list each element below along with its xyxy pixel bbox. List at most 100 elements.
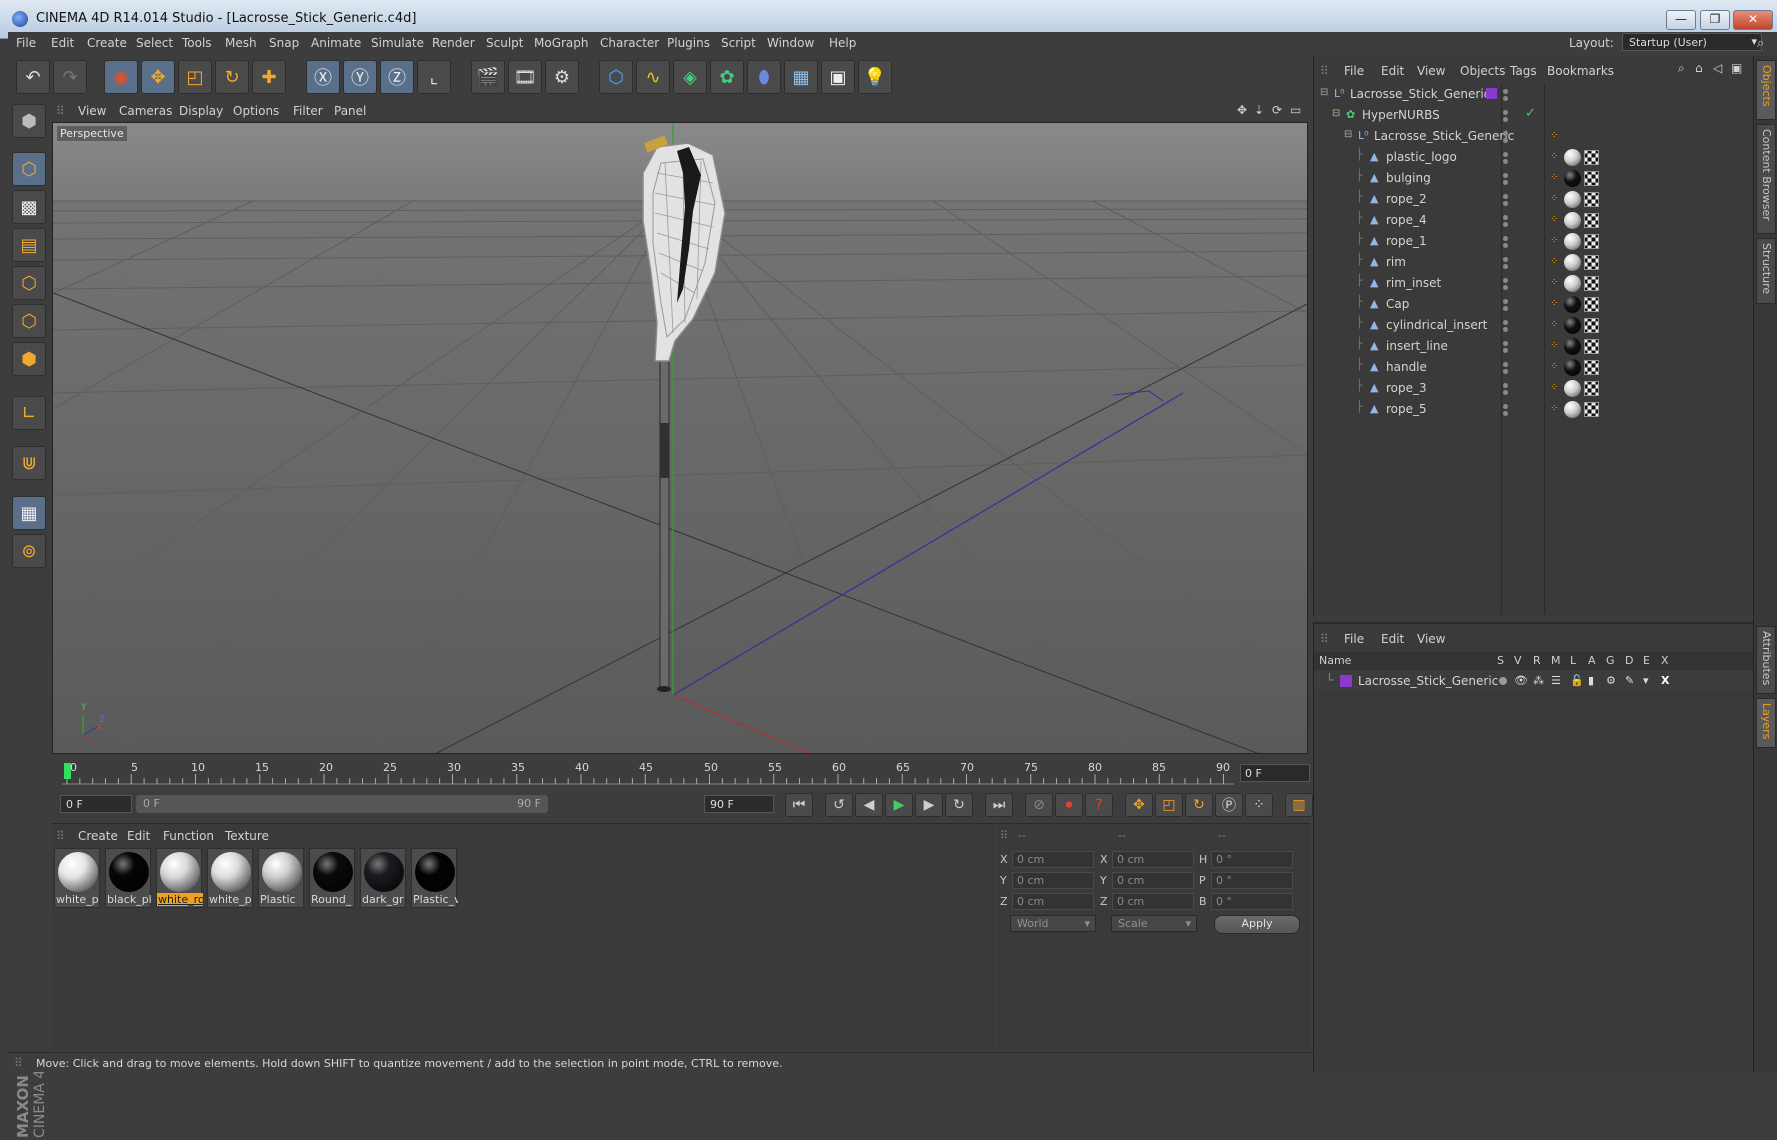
minimize-button[interactable]: —	[1666, 10, 1696, 30]
phong-tag-icon[interactable]: ⁘	[1550, 151, 1560, 163]
material-swatch[interactable]: white_p	[54, 848, 100, 908]
material-tag-icon[interactable]	[1564, 296, 1581, 313]
back-icon[interactable]: ◁	[1713, 61, 1722, 75]
material-tag-icon[interactable]	[1564, 317, 1581, 334]
key-point-level-icon[interactable]: ⁘	[1245, 793, 1273, 817]
material-tag-icon[interactable]	[1564, 338, 1581, 355]
coord-value-field[interactable]: 0 cm	[1012, 893, 1094, 910]
menu-create[interactable]: Create	[87, 36, 127, 50]
render-view-icon[interactable]: 🎬	[471, 60, 505, 94]
object-row[interactable]: ├ ▲ handle ⁘	[1314, 357, 1754, 378]
points-mode-icon[interactable]: ⬡	[12, 266, 46, 300]
end-frame-field[interactable]: 90 F	[704, 795, 774, 813]
collapse-icon[interactable]: ⊟	[1332, 108, 1340, 119]
timeline-ruler[interactable]: 0 5 10 15 20 25 30 35 40 45 50 55 60 65 …	[52, 757, 1310, 787]
texture-tag-icon[interactable]	[1584, 171, 1599, 186]
key-position-icon[interactable]: ✥	[1125, 793, 1153, 817]
viewport-menu-display[interactable]: Display	[179, 104, 223, 118]
material-swatch[interactable]: dark_gr	[360, 848, 406, 908]
render-visibility-dot[interactable]	[1503, 411, 1508, 416]
eye-icon[interactable]: 👁	[1514, 674, 1528, 687]
texture-tag-icon[interactable]	[1584, 318, 1599, 333]
viewport-zoom-icon[interactable]: ⇣	[1254, 103, 1264, 117]
render-visibility-dot[interactable]	[1503, 96, 1508, 101]
material-tag-icon[interactable]	[1564, 401, 1581, 418]
layout-dropdown[interactable]: Startup (User) ▾	[1622, 33, 1762, 51]
cube-primitive-icon[interactable]: ⬡	[599, 60, 633, 94]
object-row[interactable]: ├ ▲ insert_line ⁘	[1314, 336, 1754, 357]
previous-keyframe-icon[interactable]: ↺	[825, 793, 853, 817]
frame-ruler[interactable]: 0 5 10 15 20 25 30 35 40 45 50 55 60 65 …	[62, 757, 1234, 785]
editor-visibility-dot[interactable]	[1503, 194, 1508, 199]
editor-visibility-dot[interactable]	[1503, 110, 1508, 115]
render-visibility-dot[interactable]	[1503, 243, 1508, 248]
render-visibility-dot[interactable]	[1503, 348, 1508, 353]
texture-tag-icon[interactable]	[1584, 150, 1599, 165]
object-row[interactable]: ├ ▲ rope_5 ⁘	[1314, 399, 1754, 420]
coord-value-field[interactable]: 0 cm	[1112, 872, 1194, 889]
material-menu-function[interactable]: Function	[163, 829, 214, 843]
material-swatch[interactable]: Round_	[309, 848, 355, 908]
coord-value-field[interactable]: 0 °	[1211, 872, 1293, 889]
close-button[interactable]: ✕	[1733, 10, 1773, 30]
material-menu-edit[interactable]: Edit	[127, 829, 150, 843]
phong-tag-icon[interactable]: ⁘	[1550, 130, 1560, 142]
y-axis-lock-icon[interactable]: Ⓨ	[343, 60, 377, 94]
add-tool-icon[interactable]: ✚	[252, 60, 286, 94]
redo-icon[interactable]: ↷	[53, 60, 87, 94]
phong-tag-icon[interactable]: ⁘	[1550, 340, 1560, 352]
next-keyframe-icon[interactable]: ↻	[945, 793, 973, 817]
menu-simulate[interactable]: Simulate	[371, 36, 424, 50]
editor-visibility-dot[interactable]	[1503, 404, 1508, 409]
coord-value-field[interactable]: 0 °	[1211, 851, 1293, 868]
generator-icon[interactable]: ⚙	[1606, 674, 1616, 687]
workplane-mode-icon[interactable]: ▤	[12, 228, 46, 262]
collapse-icon[interactable]: ⊟	[1344, 129, 1352, 140]
deformer-icon[interactable]: ✎	[1625, 674, 1634, 687]
viewport-maximize-icon[interactable]: ▭	[1290, 103, 1301, 117]
material-tag-icon[interactable]	[1564, 212, 1581, 229]
texture-tag-icon[interactable]	[1584, 360, 1599, 375]
layer-solo-toggle[interactable]	[1499, 677, 1507, 685]
viewport-menu-filter[interactable]: Filter	[293, 104, 323, 118]
menu-window[interactable]: Window	[767, 36, 814, 50]
current-frame-field[interactable]: 0 F	[1240, 764, 1310, 782]
menu-help[interactable]: Help	[829, 36, 856, 50]
scale-tool-icon[interactable]: ◰	[178, 60, 212, 94]
object-row[interactable]: ├ ▲ rope_2 ⁘	[1314, 189, 1754, 210]
go-to-start-icon[interactable]: ⏮	[785, 793, 813, 817]
floor-icon[interactable]: ▦	[784, 60, 818, 94]
tab-attributes[interactable]: Attributes	[1756, 626, 1776, 694]
layer-menu-view[interactable]: View	[1417, 632, 1445, 646]
texture-tag-icon[interactable]	[1584, 276, 1599, 291]
collapse-icon[interactable]: ⊟	[1320, 87, 1328, 98]
object-row[interactable]: ├ ▲ cylindrical_insert ⁘	[1314, 315, 1754, 336]
menu-file[interactable]: File	[16, 36, 36, 50]
menu-render[interactable]: Render	[432, 36, 475, 50]
render-visibility-dot[interactable]	[1503, 390, 1508, 395]
material-swatch[interactable]: white_ro	[156, 848, 203, 908]
editor-visibility-dot[interactable]	[1503, 299, 1508, 304]
layer-menu-file[interactable]: File	[1344, 632, 1364, 646]
object-menu-tags[interactable]: Tags	[1510, 64, 1537, 78]
spline-pen-icon[interactable]: ∿	[636, 60, 670, 94]
material-swatch[interactable]: Plastic_v	[411, 848, 458, 908]
object-row[interactable]: ⊟ L⁰ Lacrosse_Stick_Generic	[1314, 84, 1754, 105]
menu-character[interactable]: Character	[600, 36, 659, 50]
viewport-rotate-icon[interactable]: ⟳	[1272, 103, 1282, 117]
material-swatch[interactable]: Plastic	[258, 848, 304, 908]
search-icon[interactable]: ⌕	[1678, 61, 1685, 76]
coord-value-field[interactable]: 0 cm	[1012, 872, 1094, 889]
texture-tag-icon[interactable]	[1584, 234, 1599, 249]
object-menu-edit[interactable]: Edit	[1381, 64, 1404, 78]
menu-sculpt[interactable]: Sculpt	[486, 36, 523, 50]
render-visibility-dot[interactable]	[1503, 264, 1508, 269]
editor-visibility-dot[interactable]	[1503, 173, 1508, 178]
x-axis-lock-icon[interactable]: Ⓧ	[306, 60, 340, 94]
render-visibility-dot[interactable]	[1503, 180, 1508, 185]
locked-workplane-icon[interactable]: ⊚	[12, 534, 46, 568]
axis-mode-icon[interactable]: ∟	[12, 396, 46, 430]
model-mode-icon[interactable]: ⬡	[12, 152, 46, 186]
editor-visibility-dot[interactable]	[1503, 278, 1508, 283]
tab-objects[interactable]: Objects	[1756, 60, 1776, 120]
